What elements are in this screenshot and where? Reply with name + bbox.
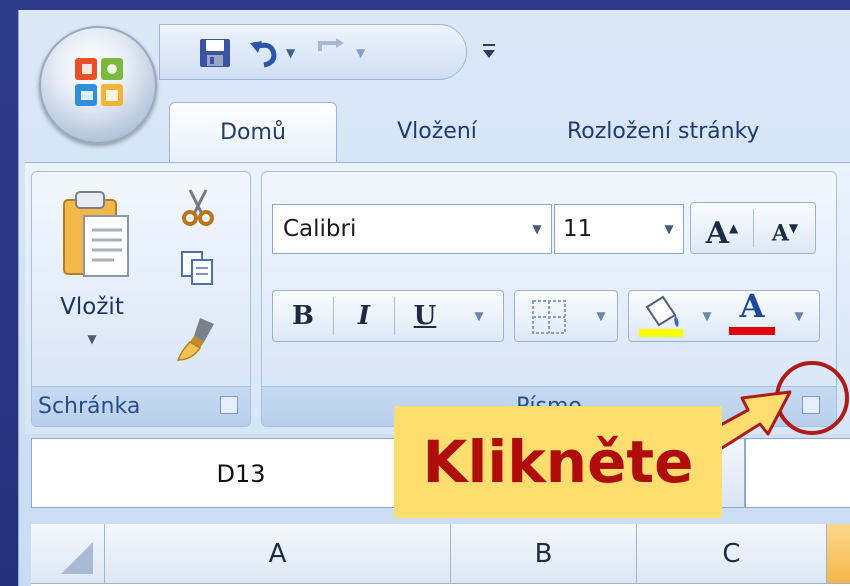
font-group: Calibri ▼ 11 ▼ A▲ A▼ B I U ▼ ▼ ▼ A ▼ [261,171,837,427]
column-header-b[interactable]: B [451,524,637,584]
copy-icon[interactable] [178,248,218,288]
font-name-value: Calibri [283,216,357,242]
clipboard-dialog-launcher[interactable] [220,396,238,414]
save-icon[interactable] [198,37,232,69]
font-name-combo[interactable]: Calibri ▼ [272,204,552,254]
underline-button[interactable]: U [395,291,455,341]
shrink-font-button[interactable]: A▼ [754,203,816,253]
tab-vlozeni[interactable]: Vložení [357,102,517,162]
font-size-value: 11 [563,216,593,242]
column-header-d[interactable] [827,524,850,584]
cut-icon[interactable] [180,186,216,228]
font-color-dropdown-icon[interactable]: ▼ [787,291,811,341]
borders-dropdown-icon[interactable]: ▼ [589,291,613,341]
grow-font-button[interactable]: A▲ [691,203,753,253]
ribbon: Vložit ▼ Schránka Calibri ▼ 11 ▼ A▲ A▼ B… [25,162,850,434]
ribbon-tabs: Domů Vložení Rozložení stránky [169,102,850,162]
fill-color-button[interactable]: ▼ [633,291,723,341]
font-name-dropdown-icon[interactable]: ▼ [523,205,551,253]
undo-icon[interactable] [248,37,284,69]
format-painter-icon[interactable] [174,314,218,364]
clipboard-group: Vložit ▼ Schránka [31,171,251,427]
color-buttons: ▼ A ▼ [628,287,820,342]
font-color-button[interactable]: A ▼ [725,287,817,341]
name-box[interactable]: D13 [31,438,451,508]
tab-domu[interactable]: Domů [169,102,337,162]
paste-label: Vložit [60,294,124,320]
underline-dropdown-icon[interactable]: ▼ [457,291,501,341]
font-color-letter: A [739,287,765,325]
select-all-corner[interactable] [31,524,105,584]
paste-icon [63,191,129,277]
callout-label: Klikněte [394,406,722,518]
office-logo-icon [75,58,123,106]
paste-button[interactable]: Vložit ▼ [42,186,142,376]
italic-button[interactable]: I [334,291,394,341]
redo-dropdown-icon[interactable]: ▼ [356,37,372,69]
customize-qat-icon[interactable] [477,36,501,66]
redo-icon[interactable] [314,37,350,69]
quick-access-toolbar: ▼ ▼ [159,24,467,80]
clipboard-group-label: Schránka [32,386,250,426]
select-all-icon [61,542,93,574]
undo-dropdown-icon[interactable]: ▼ [286,37,302,69]
bold-button[interactable]: B [273,291,333,341]
tab-rozlozeni-stranky[interactable]: Rozložení stránky [567,102,850,162]
office-button[interactable] [39,26,157,144]
borders-icon [532,300,566,334]
paste-dropdown-icon: ▼ [87,332,97,346]
font-size-combo[interactable]: 11 ▼ [554,204,684,254]
font-style-buttons: B I U ▼ [272,290,504,342]
font-size-dropdown-icon[interactable]: ▼ [655,205,683,253]
paint-bucket-icon [639,295,683,337]
font-size-buttons: A▲ A▼ [690,202,816,254]
column-header-c[interactable]: C [637,524,827,584]
formula-input[interactable] [745,438,850,508]
fill-color-dropdown-icon[interactable]: ▼ [695,291,719,341]
font-dialog-launcher[interactable] [802,396,820,414]
borders-button[interactable]: ▼ [514,290,618,342]
column-header-a[interactable]: A [105,524,451,584]
